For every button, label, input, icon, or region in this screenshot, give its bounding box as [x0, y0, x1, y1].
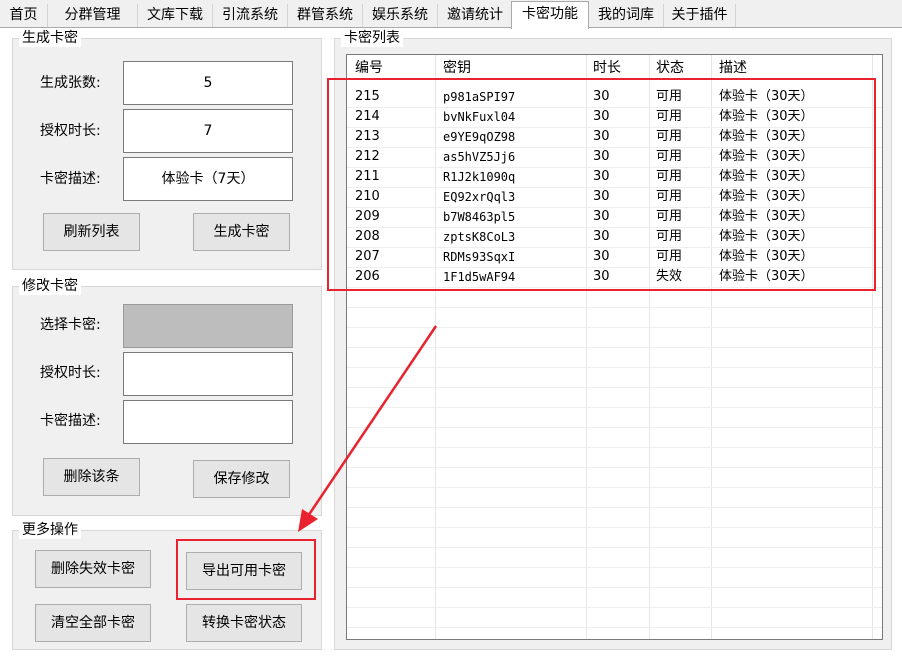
row-divider: [347, 527, 882, 528]
save-changes-button[interactable]: 保存修改: [193, 460, 290, 498]
delete-invalid-keys-button[interactable]: 删除失效卡密: [35, 550, 151, 588]
export-highlight-box: [176, 539, 316, 600]
row-divider: [347, 367, 882, 368]
row-divider: [347, 487, 882, 488]
header-description[interactable]: 描述: [719, 59, 747, 77]
tab-my-lexicon[interactable]: 我的词库: [589, 4, 664, 28]
generate-key-button[interactable]: 生成卡密: [193, 213, 290, 251]
key-list-title: 卡密列表: [341, 29, 403, 47]
modify-description-label: 卡密描述:: [40, 413, 101, 429]
header-id[interactable]: 编号: [355, 59, 383, 77]
header-key[interactable]: 密钥: [443, 59, 471, 77]
modify-duration-input[interactable]: [123, 352, 293, 396]
row-divider: [347, 607, 882, 608]
row-divider: [347, 567, 882, 568]
generate-group-title: 生成卡密: [19, 29, 81, 47]
row-divider: [347, 407, 882, 408]
delete-entry-button[interactable]: 删除该条: [43, 458, 140, 496]
row-divider: [347, 307, 882, 308]
count-input[interactable]: 5: [123, 61, 293, 105]
tab-card-key[interactable]: 卡密功能: [511, 1, 589, 29]
select-key-label: 选择卡密:: [40, 317, 101, 333]
modify-duration-label: 授权时长:: [40, 365, 101, 381]
header-status[interactable]: 状态: [656, 59, 684, 77]
row-divider: [347, 347, 882, 348]
tab-about-plugin[interactable]: 关于插件: [664, 4, 736, 28]
description-label: 卡密描述:: [40, 171, 101, 187]
duration-input[interactable]: 7: [123, 109, 293, 153]
row-divider: [347, 387, 882, 388]
modify-group-title: 修改卡密: [19, 277, 81, 295]
tab-traffic-system[interactable]: 引流系统: [213, 4, 288, 28]
select-key-input[interactable]: [123, 304, 293, 348]
modify-description-input[interactable]: [123, 400, 293, 444]
tab-bar: 首页 分群管理 文库下载 引流系统 群管系统 娱乐系统 邀请统计 卡密功能 我的…: [0, 0, 902, 29]
duration-label: 授权时长:: [40, 123, 101, 139]
header-duration[interactable]: 时长: [593, 59, 621, 77]
list-highlight-box: [327, 78, 876, 291]
row-divider: [347, 467, 882, 468]
tab-group-admin[interactable]: 群管系统: [288, 4, 363, 28]
more-actions-title: 更多操作: [19, 521, 81, 539]
row-divider: [347, 507, 882, 508]
clear-all-keys-button[interactable]: 清空全部卡密: [35, 604, 151, 642]
tab-group-manage[interactable]: 分群管理: [48, 4, 138, 28]
tab-entertainment[interactable]: 娱乐系统: [363, 4, 438, 28]
row-divider: [347, 587, 882, 588]
generate-group: 生成卡密 生成张数: 5 授权时长: 7 卡密描述: 体验卡（7天） 刷新列表 …: [12, 29, 322, 270]
modify-group: 修改卡密 选择卡密: 授权时长: 卡密描述: 删除该条 保存修改: [12, 277, 322, 516]
row-divider: [347, 447, 882, 448]
row-divider: [347, 427, 882, 428]
count-label: 生成张数:: [40, 75, 101, 91]
tab-invite-stats[interactable]: 邀请统计: [438, 4, 513, 28]
tab-library-download[interactable]: 文库下载: [138, 4, 213, 28]
convert-key-status-button[interactable]: 转换卡密状态: [186, 604, 302, 642]
tab-home[interactable]: 首页: [0, 4, 48, 28]
row-divider: [347, 327, 882, 328]
row-divider: [347, 627, 882, 628]
description-input[interactable]: 体验卡（7天）: [123, 157, 293, 201]
refresh-list-button[interactable]: 刷新列表: [43, 213, 140, 251]
row-divider: [347, 547, 882, 548]
